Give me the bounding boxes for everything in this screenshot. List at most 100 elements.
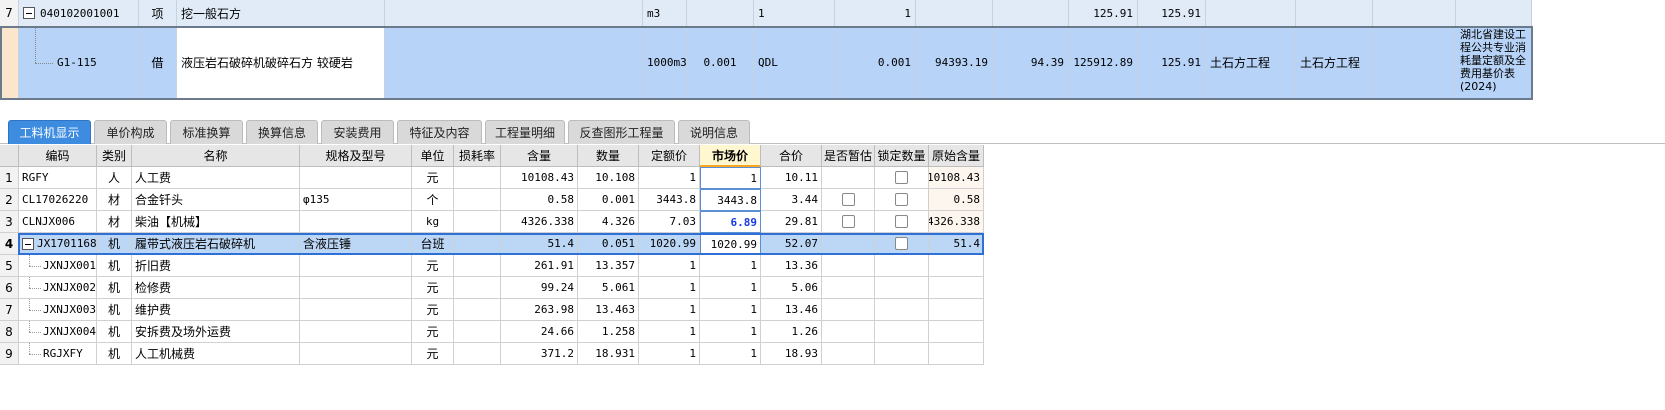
lock-qty-cell[interactable] (875, 277, 929, 299)
estimate-cell[interactable] (822, 255, 875, 277)
category2-cell[interactable] (1296, 0, 1373, 27)
orig-content-cell[interactable] (929, 321, 984, 343)
total-cell[interactable]: 5.06 (761, 277, 822, 299)
qty-cell[interactable]: 0.051 (578, 233, 639, 255)
unit-cell[interactable]: 台班 (412, 233, 454, 255)
type-cell[interactable]: 机 (97, 255, 132, 277)
orig-content-cell[interactable]: 10108.43 (929, 167, 984, 189)
composite-price-cell[interactable]: 125.91 (1069, 0, 1138, 27)
total-cell[interactable]: 3.44 (761, 189, 822, 211)
name-cell[interactable]: 安拆费及场外运费 (132, 321, 300, 343)
content-cell[interactable]: 4326.338 (501, 211, 578, 233)
unit-cell[interactable]: m3 (643, 0, 687, 27)
name-cell[interactable]: 柴油【机械】 (132, 211, 300, 233)
estimate-cell[interactable] (822, 211, 875, 233)
code-cell[interactable]: JXNJX002 (19, 277, 97, 299)
tab-install-fee[interactable]: 安装费用 (321, 120, 394, 144)
spec-cell[interactable] (300, 343, 412, 365)
orig-content-cell[interactable] (929, 255, 984, 277)
market-price-cell[interactable]: 1 (700, 343, 761, 365)
qty-cell[interactable]: 0.001 (578, 189, 639, 211)
unit-cell[interactable]: kg (412, 211, 454, 233)
loss-cell[interactable] (454, 233, 501, 255)
type-cell[interactable]: 借 (139, 27, 177, 99)
header-type[interactable]: 类别 (97, 145, 132, 167)
lock-qty-checkbox[interactable] (895, 171, 908, 184)
estimate-cell[interactable] (822, 189, 875, 211)
content-cell[interactable]: 0.001 (687, 27, 754, 99)
type-cell[interactable]: 机 (97, 277, 132, 299)
market-price-cell[interactable]: 1 (700, 321, 761, 343)
estimate-cell[interactable] (822, 321, 875, 343)
category2-cell[interactable]: 土石方工程 (1296, 27, 1373, 99)
lock-qty-cell[interactable] (875, 299, 929, 321)
code-cell[interactable]: JXNJX003 (19, 299, 97, 321)
header-name[interactable]: 名称 (132, 145, 300, 167)
labor-cell[interactable]: 94.39 (993, 27, 1069, 99)
market-price-cell[interactable]: 1 (700, 167, 761, 189)
estimate-checkbox[interactable] (841, 193, 855, 206)
qty-cell[interactable]: 18.931 (578, 343, 639, 365)
tab-quantity-detail[interactable]: 工程量明细 (485, 120, 565, 144)
code-cell[interactable]: JXNJX001 (19, 255, 97, 277)
collapse-icon[interactable] (22, 237, 34, 250)
code-cell[interactable]: CL17026220 (19, 189, 97, 211)
estimate-cell[interactable] (822, 299, 875, 321)
name-cell[interactable]: 折旧费 (132, 255, 300, 277)
quota-price-cell[interactable]: 1 (639, 321, 700, 343)
estimate-cell[interactable] (822, 277, 875, 299)
estimate-cell[interactable] (822, 167, 875, 189)
tab-unit-price-composition[interactable]: 单价构成 (94, 120, 167, 144)
spec-cell[interactable] (300, 255, 412, 277)
content-cell[interactable]: 10108.43 (501, 167, 578, 189)
feature-cell[interactable] (385, 0, 643, 27)
lock-qty-cell[interactable] (875, 189, 929, 211)
orig-content-cell[interactable] (929, 299, 984, 321)
orig-content-cell[interactable]: 0.58 (929, 189, 984, 211)
orig-content-cell[interactable]: 4326.338 (929, 211, 984, 233)
header-total[interactable]: 合价 (761, 145, 822, 167)
content-cell[interactable]: 263.98 (501, 299, 578, 321)
loss-cell[interactable] (454, 321, 501, 343)
tab-standard-conversion[interactable]: 标准换算 (170, 120, 243, 144)
qty-expr-cell[interactable]: 1 (754, 0, 835, 27)
qty-cell[interactable]: 1 (835, 0, 916, 27)
total-cell[interactable]: 29.81 (761, 211, 822, 233)
header-orig-content[interactable]: 原始含量 (929, 145, 984, 167)
estimate-checkbox[interactable] (841, 215, 855, 228)
lock-qty-cell[interactable] (875, 211, 929, 233)
orig-content-cell[interactable] (929, 277, 984, 299)
orig-content-cell[interactable]: 51.4 (929, 233, 984, 255)
type-cell[interactable]: 材 (97, 189, 132, 211)
spec-cell[interactable] (300, 211, 412, 233)
lock-qty-checkbox[interactable] (895, 193, 908, 206)
qty-cell[interactable]: 10.108 (578, 167, 639, 189)
code-cell[interactable]: CLNJX006 (19, 211, 97, 233)
spec-cell[interactable] (300, 299, 412, 321)
content-cell[interactable]: 24.66 (501, 321, 578, 343)
name-cell[interactable]: 人工机械费 (132, 343, 300, 365)
type-cell[interactable]: 机 (97, 299, 132, 321)
lock-qty-cell[interactable] (875, 167, 929, 189)
total-cell[interactable]: 125.91 (1138, 0, 1206, 27)
unit-price-cell[interactable]: 94393.19 (916, 27, 993, 99)
header-code[interactable]: 编码 (19, 145, 97, 167)
estimate-cell[interactable] (822, 343, 875, 365)
feature-cell[interactable] (385, 27, 643, 99)
tab-reverse-graphic-quantity[interactable]: 反查图形工程量 (568, 120, 675, 144)
header-estimate[interactable]: 是否暂估 (822, 145, 875, 167)
qty-cell[interactable]: 13.357 (578, 255, 639, 277)
total-cell[interactable]: 13.46 (761, 299, 822, 321)
qty-cell[interactable]: 0.001 (835, 27, 916, 99)
header-content[interactable]: 含量 (501, 145, 578, 167)
spec-cell[interactable] (300, 321, 412, 343)
header-loss[interactable]: 损耗率 (454, 145, 501, 167)
header-qty[interactable]: 数量 (578, 145, 639, 167)
lock-qty-cell[interactable] (875, 343, 929, 365)
collapse-icon[interactable] (23, 7, 35, 19)
header-market-price[interactable]: 市场价 (700, 145, 761, 167)
spec-cell[interactable] (300, 167, 412, 189)
quota-price-cell[interactable]: 1 (639, 255, 700, 277)
total-cell[interactable]: 10.11 (761, 167, 822, 189)
quota-price-cell[interactable]: 1 (639, 343, 700, 365)
